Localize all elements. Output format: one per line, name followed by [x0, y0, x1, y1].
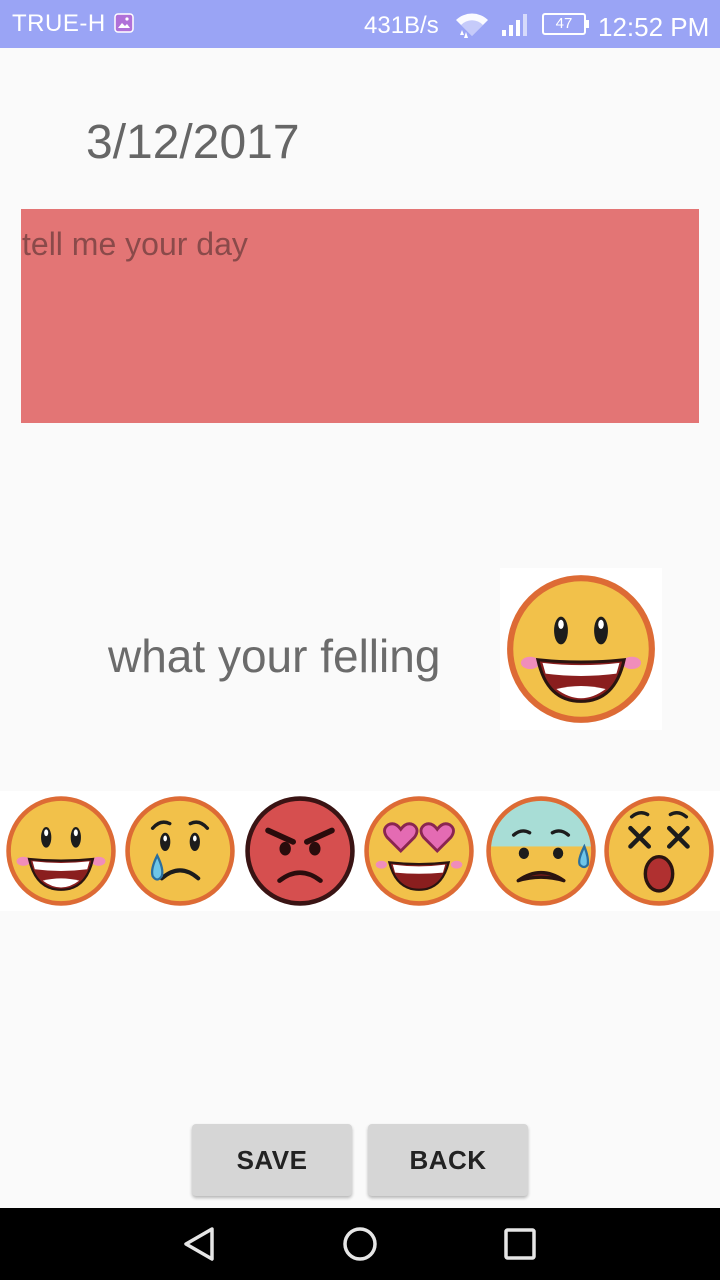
mood-in-love-button[interactable]	[360, 791, 478, 911]
clock: 12:52 PM	[598, 12, 710, 42]
selected-mood-image[interactable]	[500, 568, 662, 730]
gallery-notification-icon	[114, 13, 134, 33]
angry-face-icon	[245, 796, 355, 906]
feeling-label: what your felling	[108, 630, 441, 682]
carrier-name: TRUE-H	[12, 10, 106, 37]
signal-icon	[500, 13, 530, 37]
save-button[interactable]: SAVE	[192, 1124, 352, 1196]
mood-crying-button[interactable]	[121, 791, 239, 911]
dizzy-face-icon	[604, 796, 714, 906]
battery-level: 47	[555, 15, 573, 32]
network-speed: 431B/s	[364, 12, 439, 39]
mood-selector	[0, 791, 720, 911]
status-bar: TRUE-H 431B/s 47 12:52 PM	[0, 0, 720, 48]
happy-face-icon	[507, 575, 655, 723]
nav-home-icon[interactable]	[340, 1224, 380, 1264]
navigation-bar	[0, 1208, 720, 1280]
mood-angry-button[interactable]	[241, 791, 359, 911]
nav-recents-icon[interactable]	[500, 1224, 540, 1264]
entry-date: 3/12/2017	[86, 116, 300, 169]
happy-face-icon	[6, 796, 116, 906]
crying-face-icon	[125, 796, 235, 906]
back-button[interactable]: BACK	[368, 1124, 528, 1196]
anxious-face-icon	[486, 796, 596, 906]
mood-shocked-button[interactable]	[600, 791, 718, 911]
day-entry-input[interactable]	[21, 209, 699, 423]
mood-happy-button[interactable]	[2, 791, 120, 911]
heart-eyes-face-icon	[364, 796, 474, 906]
mood-anxious-button[interactable]	[482, 791, 600, 911]
battery-icon: 47	[542, 13, 590, 35]
wifi-icon	[452, 12, 492, 38]
nav-back-icon[interactable]	[180, 1224, 220, 1264]
